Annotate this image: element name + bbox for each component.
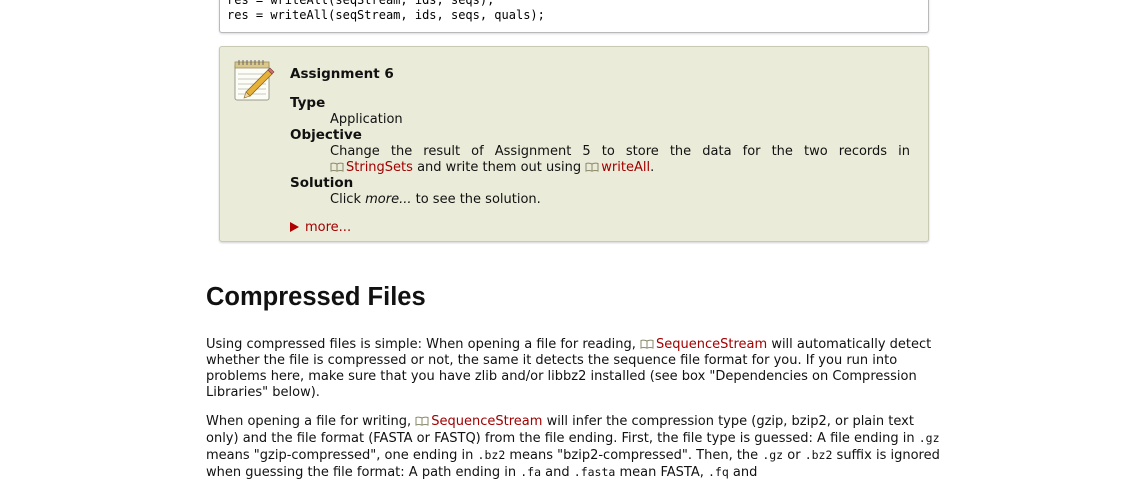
section-heading: Compressed Files [206,283,426,311]
paragraph-text: When opening a file for writing, [206,414,412,429]
inline-code: .fasta [573,465,616,479]
type-value: Application [330,112,403,127]
type-label: Type [290,95,326,111]
objective-text: . [650,160,655,175]
inline-code: .bz2 [477,448,506,462]
code-line: res = writeAll(seqStream, ids, seqs); [227,0,495,7]
paragraph-text: means "gzip-compressed", one ending in [206,448,474,463]
assignment-title: Assignment 6 [290,66,394,82]
code-line: res = writeAll(seqStream, ids, seqs, qua… [227,8,545,22]
book-icon [330,162,344,172]
paragraph-text: and [545,465,570,480]
solution-text-part: to see the solution. [415,192,541,207]
objective-text: Change the result of Assignment 5 to sto… [330,144,910,159]
objective-label: Objective [290,127,362,143]
inline-code: .gz [762,448,784,462]
paragraph-text: means "bzip2-compressed". Then, the [509,448,759,463]
inline-code: .fa [520,465,542,479]
solution-text-part: Click [330,192,361,207]
inline-code: .gz [918,431,940,445]
writeall-link[interactable]: writeAll [601,160,650,175]
book-icon [640,339,654,349]
solution-text: Click more... to see the solution. [330,192,910,208]
paragraph-text: mean FASTA, [619,465,704,480]
sequencestream-link[interactable]: SequenceStream [656,337,767,352]
expand-arrow-icon [290,222,299,232]
book-icon [585,162,599,172]
book-icon [415,416,429,426]
code-block: res = writeAll(seqStream, ids, seqs); re… [219,0,929,33]
notepad-pencil-icon [234,60,275,101]
objective-text-line-1: Change the result of Assignment 5 to sto… [330,144,910,160]
paragraph-text: Using compressed files is simple: When o… [206,337,636,352]
more-toggle[interactable]: more... [290,220,351,235]
sequencestream-link[interactable]: SequenceStream [431,414,542,429]
objective-text-line-2: StringSets and write them out using writ… [330,160,910,176]
inline-code: .fq [707,465,729,479]
more-link[interactable]: more... [305,220,351,235]
paragraph: Using compressed files is simple: When o… [206,337,942,401]
solution-more-emphasis: more... [365,192,412,207]
solution-label: Solution [290,175,354,191]
paragraph-text: and [732,465,758,480]
inline-code: .bz2 [804,448,833,462]
paragraph-text: or [787,448,801,463]
assignment-box: Assignment 6 Type Application Objective … [219,46,929,242]
stringsets-link[interactable]: StringSets [346,160,413,175]
objective-text: and write them out using [417,160,582,175]
